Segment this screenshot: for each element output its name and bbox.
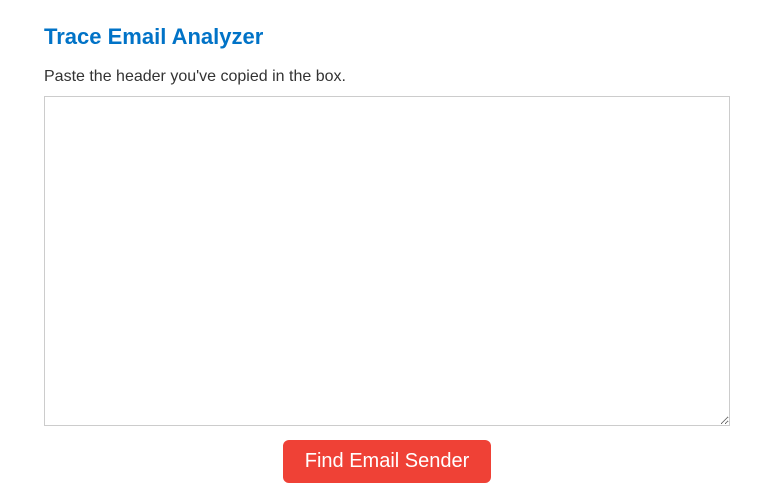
button-row: Find Email Sender bbox=[44, 440, 730, 483]
email-header-textarea[interactable] bbox=[44, 96, 730, 426]
find-email-sender-button[interactable]: Find Email Sender bbox=[283, 440, 492, 483]
instruction-text: Paste the header you've copied in the bo… bbox=[44, 68, 730, 86]
page-title: Trace Email Analyzer bbox=[44, 24, 730, 50]
